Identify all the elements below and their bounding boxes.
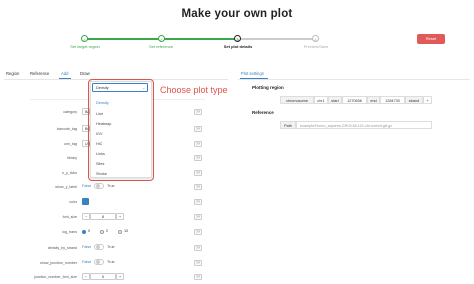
field-label-barcode-tag: barcode_tag <box>57 127 77 131</box>
help-icon[interactable]: ?? <box>194 214 202 220</box>
tab-region[interactable]: Region <box>6 71 19 76</box>
strand-value[interactable]: + <box>423 96 432 104</box>
help-icon[interactable]: ?? <box>194 260 202 266</box>
field-label-font-size: font_size <box>62 215 77 219</box>
field-label-show-y-label: show_y_label <box>55 185 77 189</box>
help-icon[interactable]: ?? <box>194 109 202 115</box>
strand-label: strand <box>405 96 423 104</box>
field-label-junction-number-font-size: junction_number_font_size <box>34 275 77 279</box>
font-size-input[interactable]: 8 <box>90 213 116 220</box>
show-y-label-toggle[interactable] <box>94 183 104 189</box>
step-1-label: Set target region <box>70 44 100 49</box>
field-label-color: color <box>69 200 77 204</box>
field-label-log-trans: log_trans <box>62 230 77 234</box>
help-icon[interactable]: ?? <box>194 199 202 205</box>
path-label: Path <box>280 121 296 129</box>
log-trans-radio-10[interactable] <box>118 230 122 234</box>
help-icon[interactable]: ?? <box>194 274 202 280</box>
reference-path-input[interactable]: example/Homo_sapiens.GRCh38.101.chr.sort… <box>296 121 432 129</box>
step-3-label: Set plot details <box>223 44 253 49</box>
step-4-indicator[interactable]: 4 <box>312 34 319 42</box>
junction-font-size-input[interactable]: 5 <box>90 273 116 280</box>
reset-button[interactable]: Reset <box>417 34 445 44</box>
end-label: end <box>367 96 380 104</box>
help-icon[interactable]: ?? <box>194 126 202 132</box>
field-label-category: category <box>63 110 77 114</box>
highlight-box <box>88 79 154 181</box>
end-value[interactable]: 1284730 <box>380 96 405 104</box>
font-size-minus-button[interactable]: − <box>82 213 90 220</box>
show-junction-number-toggle[interactable] <box>94 259 104 265</box>
chromosome-label: chromosome <box>280 96 314 104</box>
help-icon[interactable]: ?? <box>194 141 202 147</box>
step-progress-todo <box>240 38 315 40</box>
log-trans-label-10: 10 <box>124 229 129 233</box>
show-junction-number-true[interactable]: True <box>107 260 115 264</box>
junction-font-size-plus-button[interactable]: + <box>116 273 124 280</box>
color-swatch[interactable] <box>82 198 89 205</box>
show-y-label-true[interactable]: True <box>107 184 115 188</box>
show-junction-number-false[interactable]: False <box>82 260 91 264</box>
junction-font-size-minus-button[interactable]: − <box>82 273 90 280</box>
font-size-plus-button[interactable]: + <box>116 213 124 220</box>
start-value[interactable]: 1270656 <box>342 96 367 104</box>
help-icon[interactable]: ?? <box>194 155 202 161</box>
plotting-region-title: Plotting region <box>252 85 284 90</box>
help-icon[interactable]: ?? <box>194 229 202 235</box>
field-label-n-y-ticks: n_y_ticks <box>62 171 77 175</box>
density-by-strand-false[interactable]: False <box>82 245 91 249</box>
tab-add[interactable]: Add <box>61 71 68 76</box>
log-trans-radio-2[interactable] <box>100 230 104 234</box>
field-label-library: library <box>67 156 77 160</box>
reference-title: Reference <box>252 110 274 115</box>
chromosome-value[interactable]: chr1 <box>314 96 328 104</box>
help-icon[interactable]: ?? <box>194 170 202 176</box>
step-3-indicator[interactable]: 3 <box>234 34 241 42</box>
density-by-strand-true[interactable]: True <box>107 245 115 249</box>
field-label-show-junction-number: show_junction_number <box>40 261 77 265</box>
field-label-density-by-strand: density_by_strand <box>47 246 77 250</box>
page-title: Make your own plot <box>181 8 293 20</box>
tabs-divider-right <box>238 79 470 80</box>
help-icon[interactable]: ?? <box>194 184 202 190</box>
tab-draw[interactable]: Draw <box>80 71 90 76</box>
show-y-label-false[interactable]: False <box>82 184 91 188</box>
callout-text: Choose plot type <box>160 85 228 95</box>
tab-plot-settings[interactable]: Plot settings <box>241 71 264 76</box>
step-4-label: Preview/Save <box>303 44 329 49</box>
start-label: start <box>328 96 342 104</box>
help-icon[interactable]: ?? <box>194 245 202 251</box>
log-trans-label-0: 0 <box>88 229 91 233</box>
step-2-label: Set reference <box>148 44 173 49</box>
tab-reference[interactable]: Reference <box>30 71 49 76</box>
step-1-indicator[interactable]: ✓ <box>81 34 88 42</box>
field-label-umi-tag: umi_tag <box>64 142 77 146</box>
step-2-indicator[interactable]: ✓ <box>158 34 165 42</box>
log-trans-label-2: 2 <box>106 229 109 233</box>
log-trans-radio-0[interactable] <box>82 230 86 234</box>
density-by-strand-toggle[interactable] <box>94 244 104 250</box>
